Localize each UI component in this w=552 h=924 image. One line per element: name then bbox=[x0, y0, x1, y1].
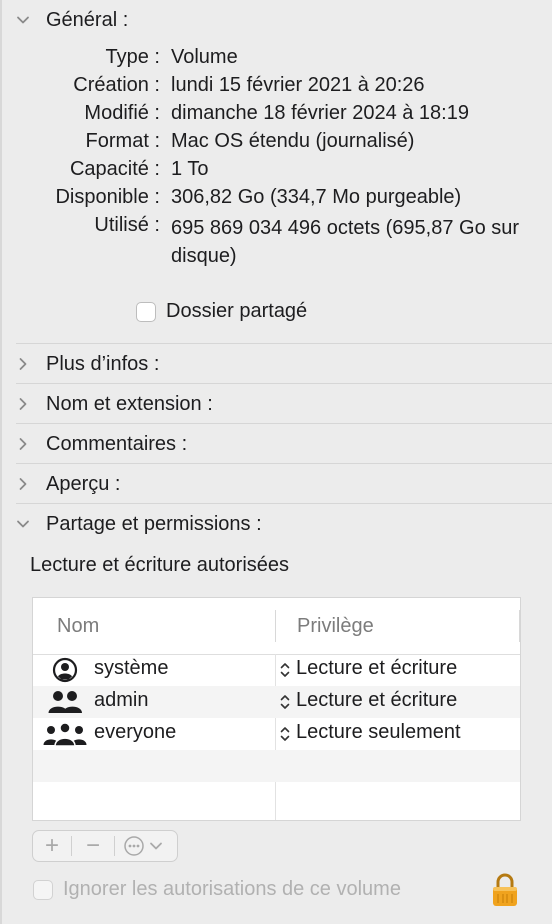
stepper-icon[interactable] bbox=[279, 692, 291, 712]
info-modified-value: dimanche 18 février 2024 à 18:19 bbox=[171, 102, 469, 124]
column-separator[interactable] bbox=[275, 610, 276, 642]
row-user-name: admin bbox=[94, 689, 149, 711]
chevron-right-icon bbox=[0, 357, 46, 371]
section-preview-header[interactable]: Aperçu : bbox=[0, 464, 552, 504]
lock-icon[interactable] bbox=[490, 872, 520, 908]
info-format-value: Mac OS étendu (journalisé) bbox=[171, 130, 415, 152]
info-available-row: Disponible : 306,82 Go (334,7 Mo purgeab… bbox=[0, 186, 552, 214]
info-available-value: 306,82 Go (334,7 Mo purgeable) bbox=[171, 186, 462, 208]
info-type-row: Type : Volume bbox=[0, 46, 552, 74]
column-separator[interactable] bbox=[519, 610, 520, 642]
info-capacity-label: Capacité : bbox=[69, 158, 160, 180]
section-general-title: Général : bbox=[46, 8, 129, 31]
ignore-permissions-option[interactable]: Ignorer les autorisations de ce volume bbox=[33, 878, 401, 901]
column-name-header[interactable]: Nom bbox=[57, 615, 99, 638]
info-used-label: Utilisé : bbox=[94, 214, 160, 236]
shared-folder-checkbox[interactable] bbox=[136, 301, 156, 322]
section-name-ext-header[interactable]: Nom et extension : bbox=[0, 384, 552, 424]
info-type-value: Volume bbox=[171, 46, 238, 68]
row-user-name: everyone bbox=[94, 721, 177, 743]
section-name-ext-title: Nom et extension : bbox=[46, 392, 213, 415]
info-available-label: Disponible : bbox=[55, 186, 160, 208]
shared-folder-label: Dossier partagé bbox=[166, 300, 308, 322]
two-people-icon bbox=[43, 688, 87, 716]
add-user-button[interactable]: + bbox=[33, 831, 71, 861]
ignore-permissions-checkbox[interactable] bbox=[33, 879, 53, 900]
info-used-value: 695 869 034 496 octets (695,87 Go sur di… bbox=[171, 217, 520, 267]
chevron-down-icon bbox=[0, 517, 46, 531]
table-row[interactable]: everyone Lecture seulement bbox=[33, 718, 520, 750]
ellipsis-circle-icon bbox=[124, 836, 162, 856]
table-header: Nom Privilège bbox=[33, 598, 520, 655]
person-circle-icon bbox=[43, 656, 87, 684]
table-row[interactable]: système Lecture et écriture bbox=[33, 654, 520, 686]
info-used-row: Utilisé : 695 869 034 496 octets (695,87… bbox=[0, 214, 552, 270]
permissions-toolbar: + − bbox=[32, 830, 178, 862]
info-created-row: Création : lundi 15 février 2021 à 20:26 bbox=[0, 74, 552, 102]
shared-folder-option[interactable]: Dossier partagé bbox=[136, 300, 307, 323]
section-comments-header[interactable]: Commentaires : bbox=[0, 424, 552, 464]
stepper-icon[interactable] bbox=[279, 724, 291, 744]
permissions-table: Nom Privilège système Lecture et écritur… bbox=[32, 597, 521, 821]
section-sharing-header[interactable]: Partage et permissions : bbox=[0, 504, 552, 544]
section-comments-title: Commentaires : bbox=[46, 432, 188, 455]
row-privilege[interactable]: Lecture seulement bbox=[296, 721, 461, 744]
action-menu-button[interactable] bbox=[115, 831, 175, 861]
section-sharing-title: Partage et permissions : bbox=[46, 512, 262, 535]
info-modified-row: Modifié : dimanche 18 février 2024 à 18:… bbox=[0, 102, 552, 130]
info-modified-label: Modifié : bbox=[84, 102, 160, 124]
table-row-empty bbox=[33, 782, 520, 814]
row-user-name: système bbox=[94, 657, 169, 679]
info-format-label: Format : bbox=[85, 130, 160, 152]
section-more-info-header[interactable]: Plus d’infos : bbox=[0, 344, 552, 384]
chevron-down-icon bbox=[0, 13, 46, 27]
row-privilege[interactable]: Lecture et écriture bbox=[296, 689, 457, 712]
three-people-icon bbox=[43, 720, 87, 748]
info-created-value: lundi 15 février 2021 à 20:26 bbox=[171, 74, 425, 96]
info-created-label: Création : bbox=[73, 74, 160, 96]
ignore-permissions-label: Ignorer les autorisations de ce volume bbox=[63, 878, 401, 900]
stepper-icon[interactable] bbox=[279, 660, 291, 680]
remove-user-button[interactable]: − bbox=[72, 831, 114, 861]
row-privilege[interactable]: Lecture et écriture bbox=[296, 657, 457, 680]
section-general-header[interactable]: Général : bbox=[0, 0, 552, 40]
info-format-row: Format : Mac OS étendu (journalisé) bbox=[0, 130, 552, 158]
chevron-right-icon bbox=[0, 397, 46, 411]
chevron-right-icon bbox=[0, 437, 46, 451]
table-row[interactable]: admin Lecture et écriture bbox=[33, 686, 520, 718]
column-privilege-header[interactable]: Privilège bbox=[297, 615, 374, 638]
permission-caption: Lecture et écriture autorisées bbox=[30, 554, 290, 576]
section-preview-title: Aperçu : bbox=[46, 472, 121, 495]
info-capacity-row: Capacité : 1 To bbox=[0, 158, 552, 186]
chevron-right-icon bbox=[0, 477, 46, 491]
info-type-label: Type : bbox=[105, 46, 160, 68]
section-more-info-title: Plus d’infos : bbox=[46, 352, 160, 375]
table-row-empty bbox=[33, 750, 520, 782]
info-capacity-value: 1 To bbox=[171, 158, 209, 180]
